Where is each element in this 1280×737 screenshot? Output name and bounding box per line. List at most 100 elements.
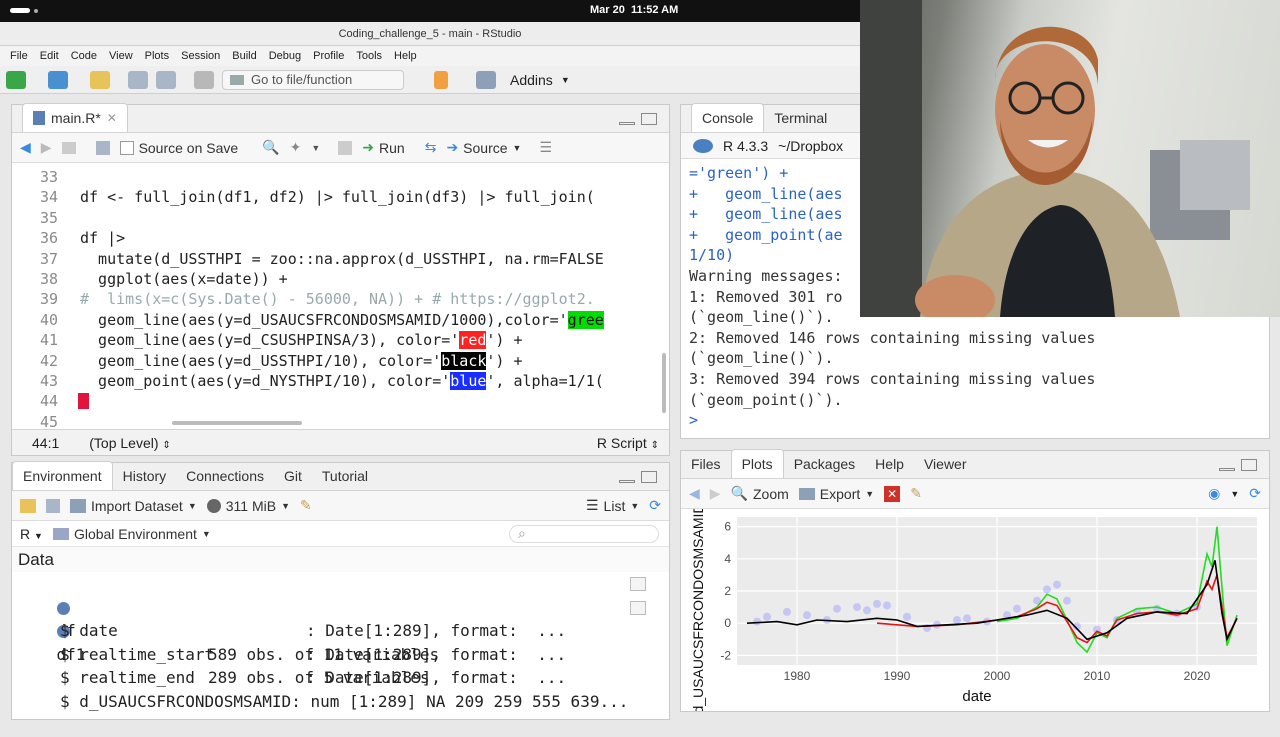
search-icon[interactable]: 🔍	[262, 139, 279, 156]
env-search-input[interactable]: ⌕	[509, 524, 659, 543]
tab-viewer[interactable]: Viewer	[914, 450, 977, 478]
vertical-scrollbar[interactable]	[662, 353, 666, 413]
open-file-icon[interactable]	[90, 70, 110, 89]
new-project-icon[interactable]	[48, 70, 68, 89]
magic-wand-icon[interactable]: ✦	[290, 139, 302, 156]
chevron-down-icon: ▼	[560, 74, 570, 85]
maximize-icon[interactable]	[1241, 459, 1257, 471]
tab-history[interactable]: History	[113, 462, 177, 490]
menu-code[interactable]: Code	[71, 50, 97, 62]
forward-arrow-icon[interactable]: ▶	[41, 139, 52, 156]
working-directory[interactable]: ~/Dropbox	[778, 138, 843, 154]
source-button[interactable]: ➔ Source ▼	[446, 139, 521, 156]
publish-icon[interactable]: ◉	[1208, 485, 1220, 502]
tab-tutorial[interactable]: Tutorial	[312, 462, 378, 490]
activities-indicator-icon[interactable]	[10, 8, 30, 13]
import-dataset-button[interactable]: Import Dataset ▼	[70, 498, 197, 514]
tab-console[interactable]: Console	[691, 103, 765, 132]
goto-file-input[interactable]: Go to file/function	[222, 69, 404, 90]
checkbox-icon[interactable]	[119, 140, 134, 155]
notebook-icon[interactable]	[338, 140, 353, 155]
field-value: num [1:289] NA 209 259 555 639...	[310, 691, 629, 711]
print-icon[interactable]	[194, 70, 214, 89]
horizontal-scrollbar[interactable]	[172, 421, 302, 425]
back-arrow-icon[interactable]: ◀	[20, 139, 31, 156]
tab-git[interactable]: Git	[274, 462, 312, 490]
menu-edit[interactable]: Edit	[40, 50, 59, 62]
main-toolbar: Go to file/function Addins ▼	[0, 66, 860, 94]
view-mode-select[interactable]: ☰ List ▼	[586, 497, 639, 514]
refresh-icon[interactable]: ⟳	[1249, 485, 1261, 502]
tab-environment[interactable]: Environment	[12, 461, 113, 490]
menu-plots[interactable]: Plots	[145, 50, 169, 62]
line-number: 38	[39, 269, 58, 288]
scope-select[interactable]: Global Environment ▼	[52, 526, 211, 542]
tab-help[interactable]: Help	[865, 450, 914, 478]
x-tick-label: 2010	[1084, 669, 1111, 683]
environment-tabbar: Environment History Connections Git Tuto…	[12, 461, 669, 491]
env-row[interactable]: df1 289 obs. of 5 variables	[12, 596, 669, 687]
tab-plots[interactable]: Plots	[730, 449, 784, 478]
code-area[interactable]: 33 34 df <- full_join(df1, df2) |> full_j…	[12, 163, 669, 427]
memory-usage-button[interactable]: 311 MiB ▼	[206, 498, 290, 514]
menu-debug[interactable]: Debug	[269, 50, 301, 62]
clock[interactable]: Mar 20 11:52 AM	[590, 4, 678, 16]
forward-arrow-icon[interactable]: ▶	[710, 485, 721, 502]
export-button[interactable]: Export ▼	[798, 486, 874, 502]
code-line: 44	[12, 391, 669, 411]
broom-icon[interactable]: ✎	[910, 485, 922, 502]
back-arrow-icon[interactable]: ◀	[689, 485, 700, 502]
menu-view[interactable]: View	[109, 50, 133, 62]
save-icon[interactable]	[128, 70, 148, 89]
minimize-icon[interactable]	[1219, 468, 1235, 471]
maximize-icon[interactable]	[641, 113, 657, 125]
maximize-icon[interactable]	[641, 471, 657, 483]
addins-menu[interactable]: Addins	[510, 72, 553, 88]
tab-terminal[interactable]: Terminal	[764, 104, 837, 132]
outline-icon[interactable]: ☰	[539, 139, 552, 156]
zoom-button[interactable]: 🔍 Zoom	[731, 485, 789, 502]
minimize-icon[interactable]	[619, 480, 635, 483]
tab-connections[interactable]: Connections	[176, 462, 274, 490]
remove-plot-icon[interactable]: ✕	[884, 485, 901, 502]
search-icon: ⌕	[518, 525, 526, 541]
grid-layout-icon[interactable]	[476, 70, 496, 89]
menu-build[interactable]: Build	[232, 50, 256, 62]
webcam-person-image	[860, 0, 1250, 317]
console-prompt[interactable]: >	[689, 410, 1269, 431]
view-data-icon[interactable]	[630, 600, 646, 615]
broom-icon[interactable]: ✎	[300, 497, 312, 514]
source-on-save-checkbox[interactable]: Source on Save	[119, 139, 239, 156]
save-all-icon[interactable]	[156, 70, 176, 89]
save-icon[interactable]	[95, 140, 110, 155]
code-text: ') +	[486, 331, 523, 350]
menu-profile[interactable]: Profile	[313, 50, 344, 62]
minimize-icon[interactable]	[619, 122, 635, 125]
load-workspace-icon[interactable]	[20, 498, 36, 513]
close-icon[interactable]: ✕	[107, 111, 117, 125]
data-point	[1013, 604, 1021, 613]
tab-files[interactable]: Files	[681, 450, 731, 478]
tab-packages[interactable]: Packages	[784, 450, 865, 478]
menu-help[interactable]: Help	[394, 50, 417, 62]
scope-selector[interactable]: (Top Level) ⇕	[89, 435, 171, 451]
file-type-selector[interactable]: R Script ⇕	[597, 435, 659, 451]
refresh-icon[interactable]: ⟳	[649, 497, 661, 514]
view-data-icon[interactable]	[630, 577, 646, 591]
save-workspace-icon[interactable]	[46, 498, 60, 513]
run-button[interactable]: ➜ Run	[362, 139, 404, 156]
source-on-save-label: Source on Save	[138, 139, 239, 156]
menu-file[interactable]: File	[10, 50, 28, 62]
os-top-bar: Mar 20 11:52 AM	[0, 0, 860, 22]
new-file-icon[interactable]	[6, 70, 26, 89]
env-row[interactable]: df 589 obs. of 11 variables	[12, 572, 669, 664]
code-line: 41 geom_line(aes(y=d_CSUSHPINSA/3), colo…	[12, 330, 669, 350]
show-in-window-icon[interactable]	[61, 141, 76, 154]
menu-tools[interactable]: Tools	[356, 50, 382, 62]
window-title: Coding_challenge_5 - main - RStudio	[0, 22, 860, 46]
git-icon[interactable]	[434, 70, 448, 89]
language-select[interactable]: R ▼	[20, 526, 43, 542]
tab-main-r[interactable]: main.R* ✕	[22, 103, 128, 132]
menu-session[interactable]: Session	[181, 50, 220, 62]
rerun-icon[interactable]: ⇆	[425, 139, 437, 156]
